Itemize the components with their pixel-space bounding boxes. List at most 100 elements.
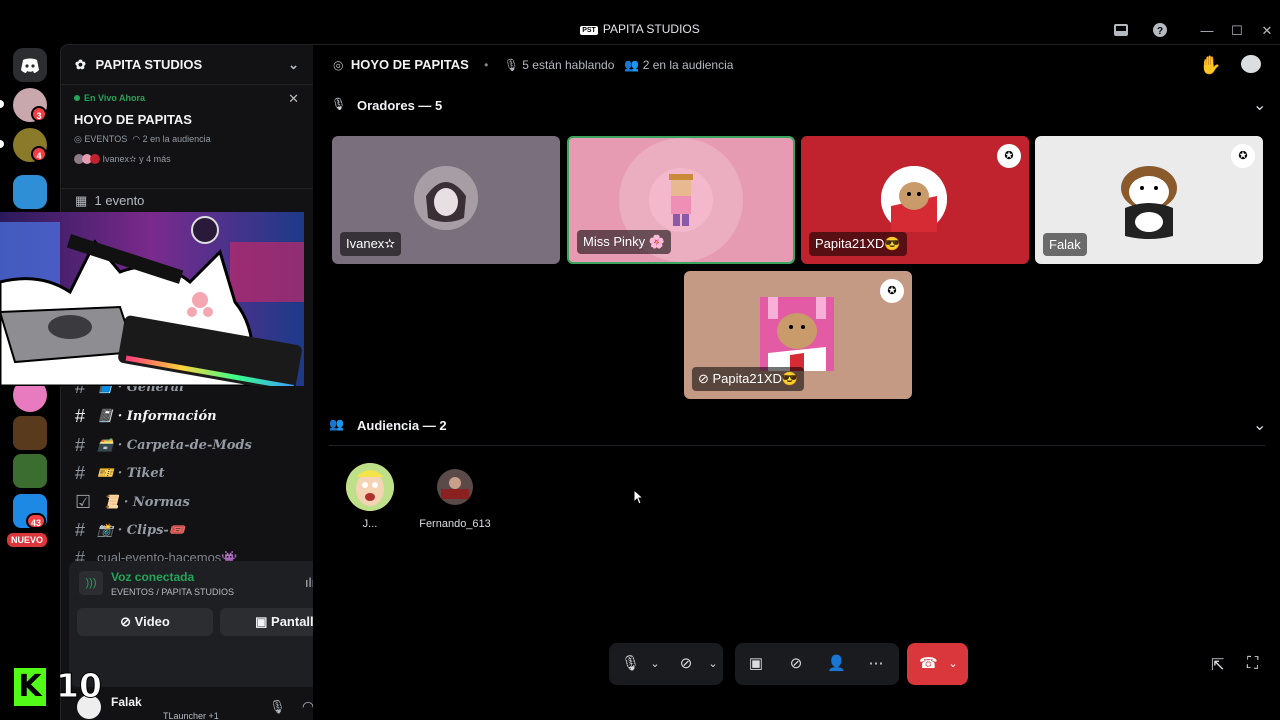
speaker-name: Miss Pinky 🌸	[577, 230, 671, 254]
camera-options-chevron-icon[interactable]: ⌄	[704, 655, 722, 673]
mic-options-chevron-icon[interactable]: ⌄	[646, 655, 664, 673]
moderator-shield-icon: ✪	[880, 279, 904, 303]
audience-member[interactable]: Fernando_613	[417, 469, 493, 530]
moderator-shield-icon: ✪	[1231, 144, 1255, 168]
speaker-tile[interactable]: ✪ Papita21XD😎	[801, 136, 1029, 264]
voice-status: Voz conectada	[111, 570, 195, 584]
avatar	[649, 168, 713, 232]
channel-item[interactable]: # 📸 · Clips-🎟️	[75, 520, 185, 541]
window-title: PST PAPITA STUDIOS	[580, 22, 700, 36]
moderator-shield-icon: ✪	[997, 144, 1021, 168]
camera-off-icon: ⊘	[120, 614, 132, 629]
close-icon[interactable]: ✕	[288, 91, 299, 107]
speaker-tile[interactable]: ✪ Falak	[1035, 136, 1263, 264]
speaking-count: 5 están hablando	[522, 58, 615, 72]
title-bar: PST PAPITA STUDIOS ? — ☐ ✕	[0, 0, 1280, 44]
chevron-down-icon[interactable]: ⌄	[288, 57, 299, 73]
server-icon[interactable]	[13, 454, 47, 488]
channel-item[interactable]: # 🎫 · Tiket	[75, 463, 165, 484]
raise-hand-icon[interactable]: ✋	[1199, 55, 1221, 76]
speaker-name: Ivanex✫	[340, 232, 402, 256]
pop-out-icon[interactable]: ⇱	[1211, 655, 1224, 675]
audience-member[interactable]: J...	[344, 463, 396, 530]
divider	[329, 445, 1265, 446]
speaker-tile[interactable]: ✪ ⊘ Papita21XD😎	[684, 271, 912, 399]
server-icon[interactable]	[13, 175, 47, 209]
avatar	[414, 166, 478, 230]
overlay-number: 10	[56, 666, 103, 706]
leave-options-chevron-icon[interactable]: ⌄	[944, 655, 962, 673]
stage-header: ◎ HOYO DE PAPITAS • 🎙 5 están hablando 👥…	[313, 45, 1280, 85]
chevron-down-icon[interactable]: ⌄	[1253, 95, 1266, 115]
speaker-name: Falak	[1043, 233, 1087, 256]
audience-icon: 👥	[329, 417, 344, 431]
channel-item[interactable]: # 📓 · Información	[75, 406, 217, 427]
avatar	[1107, 158, 1191, 242]
maximize-icon[interactable]: ☐	[1228, 22, 1246, 40]
video-button[interactable]: ⊘ Video	[77, 608, 213, 636]
speaker-tile[interactable]: Ivanex✫	[332, 136, 560, 264]
new-badge: NUEVO	[7, 533, 48, 547]
mention-badge: 3	[31, 106, 47, 122]
mic-muted-icon: ⊘	[698, 371, 713, 386]
mouse-cursor-icon	[633, 489, 643, 505]
headphones-icon: ◠	[132, 134, 141, 144]
avatar	[881, 166, 947, 232]
chat-bubble-icon[interactable]	[1241, 55, 1261, 73]
stage-speakers: Ivanex✫ y 4 más	[74, 154, 300, 165]
avatar	[760, 297, 834, 371]
camera-off-button[interactable]: ⊘	[677, 655, 695, 673]
audience-count: 2 en la audiencia	[642, 58, 734, 72]
microphone-icon: 🎙	[503, 58, 519, 72]
server-logo-icon: PST	[580, 26, 598, 35]
audience-name: J...	[362, 518, 378, 530]
invite-to-speak-button[interactable]: 👤	[827, 655, 846, 673]
close-window-icon[interactable]: ✕	[1258, 22, 1276, 40]
stream-overlay-image	[0, 212, 304, 386]
chevron-down-icon[interactable]: ⌄	[1253, 415, 1266, 435]
audience-icon: 👥	[624, 58, 640, 72]
unread-pill	[0, 140, 4, 148]
live-status: En Vivo Ahora	[74, 93, 300, 103]
inbox-icon[interactable]	[1112, 22, 1130, 40]
stage-view: ◎ HOYO DE PAPITAS • 🎙 5 están hablando 👥…	[313, 44, 1280, 720]
more-options-icon[interactable]: ⋯	[867, 655, 885, 673]
mention-badge: 4	[31, 146, 47, 162]
speaker-name: ⊘ Papita21XD😎	[692, 367, 805, 391]
avatar	[346, 463, 394, 511]
speaker-tile-speaking[interactable]: Miss Pinky 🌸	[567, 136, 795, 264]
fullscreen-icon[interactable]: ⛶	[1247, 655, 1258, 673]
microphone-button[interactable]: 🎙	[621, 655, 640, 673]
audio-video-controls: 🎙 ⌄ ⊘ ⌄	[609, 643, 723, 685]
leave-stage-button[interactable]: ☎ ⌄	[907, 643, 968, 685]
username: Falak	[111, 695, 142, 709]
user-activity: TLauncher +1	[163, 711, 219, 720]
microphone-icon[interactable]: 🎙	[269, 699, 286, 715]
server-header[interactable]: ✿ PAPITA STUDIOS ⌄	[61, 45, 313, 85]
screen-share-button[interactable]: ▣	[747, 655, 765, 673]
server-icon[interactable]	[13, 416, 47, 450]
help-icon[interactable]: ?	[1151, 22, 1169, 40]
move-to-audience-button[interactable]: ⊘	[787, 655, 805, 673]
speakers-header: Oradores — 5	[357, 98, 443, 113]
channel-item[interactable]: ☑ 📜 · Normas	[75, 492, 190, 513]
stage-icon: ◎	[74, 134, 82, 144]
screen-share-icon: ▣	[255, 614, 268, 629]
audience-name: Fernando_613	[419, 518, 491, 530]
server-boost-icon: ✿	[75, 57, 86, 72]
voice-location[interactable]: EVENTOS / PAPITA STUDIOS	[111, 587, 234, 597]
signal-icon[interactable]: )))	[79, 571, 103, 595]
speaker-name: Papita21XD😎	[809, 232, 907, 256]
events-link[interactable]: ▦ 1 evento	[75, 193, 144, 209]
minimize-icon[interactable]: —	[1198, 22, 1216, 40]
channel-item[interactable]: # 🗃️ · Carpeta-de-Mods	[75, 435, 252, 456]
live-stage-card[interactable]: En Vivo Ahora ✕ HOYO DE PAPITAS ◎ EVENTO…	[61, 85, 313, 189]
discord-home-icon[interactable]	[13, 48, 47, 82]
audience-header: Audiencia — 2	[357, 418, 447, 433]
calendar-icon: ▦	[75, 193, 88, 208]
svg-text:?: ?	[1157, 26, 1163, 37]
hang-up-icon: ☎	[919, 655, 938, 672]
stage-meta: ◎ EVENTOS ◠ 2 en la audiencia	[74, 134, 211, 144]
microphone-icon: 🎙	[331, 97, 347, 111]
kick-logo-icon: K	[14, 668, 46, 706]
